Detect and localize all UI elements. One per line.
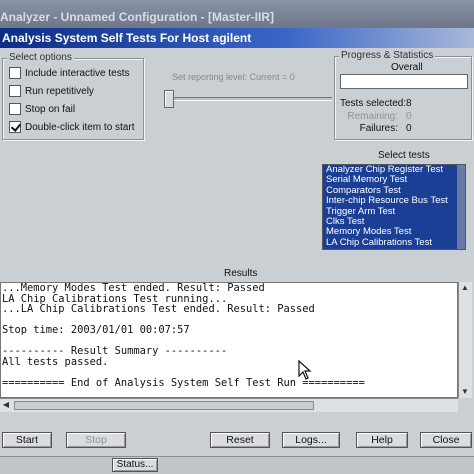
remaining-value: 0 — [406, 111, 412, 122]
tests-selected-label: Tests selected: — [340, 98, 407, 109]
status-button[interactable]: Status... — [112, 458, 158, 472]
status-bar: Status... — [0, 456, 474, 474]
outer-window-titlebar: Analyzer - Unnamed Configuration - [Mast… — [0, 0, 474, 28]
overall-label: Overall — [391, 62, 423, 73]
checkbox-box[interactable] — [9, 67, 21, 79]
reset-button[interactable]: Reset — [210, 432, 270, 448]
remaining-label: Remaining: — [347, 111, 398, 122]
select-options-group: Select options Include interactive tests… — [2, 52, 144, 140]
checkbox-box-checked[interactable] — [9, 121, 21, 133]
checkbox-label: Stop on fail — [25, 103, 76, 115]
reporting-level-track[interactable] — [166, 97, 332, 101]
tests-selected-value: 8 — [406, 98, 412, 109]
listbox-scrollbar[interactable] — [457, 165, 465, 249]
run-repetitively-checkbox[interactable]: Run repetitively — [9, 84, 94, 98]
checkbox-box[interactable] — [9, 103, 21, 115]
results-horizontal-scrollbar[interactable]: ◀ — [0, 398, 458, 412]
select-tests-listbox[interactable]: Analyzer Chip Register Test Serial Memor… — [322, 164, 466, 250]
start-button[interactable]: Start — [2, 432, 52, 448]
scroll-up-icon[interactable]: ▲ — [459, 282, 471, 294]
scroll-left-icon[interactable]: ◀ — [0, 399, 12, 411]
select-options-legend: Select options — [7, 52, 74, 63]
checkbox-label: Run repetitively — [25, 85, 94, 97]
dialog-titlebar[interactable]: Analysis System Self Tests For Host agil… — [0, 28, 474, 48]
overall-progress-bar — [340, 74, 468, 89]
help-button[interactable]: Help — [356, 432, 408, 448]
horizontal-scroll-thumb[interactable] — [14, 401, 314, 410]
scroll-down-icon[interactable]: ▼ — [459, 386, 471, 398]
results-vertical-scrollbar[interactable]: ▲ ▼ — [458, 282, 472, 398]
reporting-level-thumb[interactable] — [164, 90, 174, 108]
checkbox-label: Include interactive tests — [25, 67, 130, 79]
stop-button[interactable]: Stop — [66, 432, 126, 448]
results-text: ...Memory Modes Test ended. Result: Pass… — [2, 282, 365, 389]
checkbox-label: Double-click item to start — [25, 121, 135, 133]
mouse-pointer-icon — [298, 360, 312, 380]
list-item[interactable]: LA Chip Calibrations Test — [323, 237, 465, 248]
failures-label: Failures: — [359, 123, 398, 134]
close-button[interactable]: Close — [420, 432, 472, 448]
outer-window-title: Analyzer - Unnamed Configuration - [Mast… — [0, 10, 275, 24]
include-interactive-checkbox[interactable]: Include interactive tests — [9, 66, 130, 80]
results-textbox[interactable]: ...Memory Modes Test ended. Result: Pass… — [0, 282, 458, 398]
stop-on-fail-checkbox[interactable]: Stop on fail — [9, 102, 75, 116]
reporting-level-label: Set reporting level: Current = 0 — [172, 72, 295, 82]
logs-button[interactable]: Logs... — [282, 432, 340, 448]
double-click-start-checkbox[interactable]: Double-click item to start — [9, 120, 134, 134]
progress-statistics-legend: Progress & Statistics — [339, 50, 436, 61]
checkbox-box[interactable] — [9, 85, 21, 97]
screen: Analyzer - Unnamed Configuration - [Mast… — [0, 0, 474, 474]
results-label: Results — [224, 268, 258, 279]
failures-value: 0 — [406, 123, 412, 134]
select-tests-label: Select tests — [378, 150, 430, 161]
dialog-title: Analysis System Self Tests For Host agil… — [2, 31, 252, 45]
list-item[interactable]: Inter-chip Resource Bus Test — [323, 195, 465, 206]
